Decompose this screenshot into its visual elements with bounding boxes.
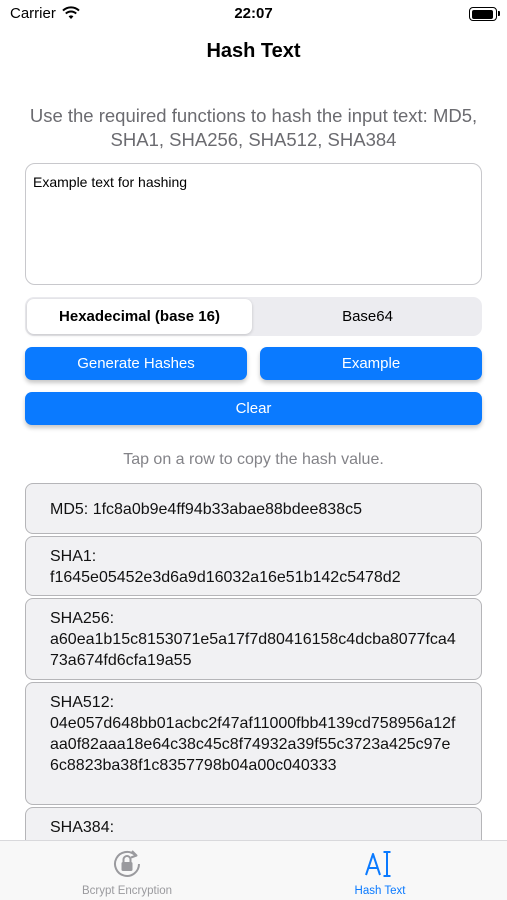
battery-icon — [469, 7, 500, 21]
hash-results-list: MD5: 1fc8a0b9e4ff94b33abae88bdee838c5 SH… — [25, 483, 482, 840]
example-button[interactable]: Example — [260, 347, 482, 380]
encoding-segmented-control: Hexadecimal (base 16) Base64 — [25, 297, 482, 336]
hash-value: 04e057d648bb01acbc2f47af11000fbb4139cd75… — [50, 715, 456, 774]
hash-value: a60ea1b15c8153071e5a17f7d80416158c4dcba8… — [50, 631, 456, 669]
tab-hash-text[interactable]: Hash Text — [300, 841, 460, 900]
segment-base64[interactable]: Base64 — [255, 299, 480, 334]
generate-hashes-button[interactable]: Generate Hashes — [25, 347, 247, 380]
copy-hint: Tap on a row to copy the hash value. — [123, 451, 384, 468]
hash-row-sha256[interactable]: SHA256: a60ea1b15c8153071e5a17f7d8041615… — [25, 598, 482, 680]
text-cursor-icon — [300, 848, 460, 880]
page-title: Hash Text — [206, 40, 301, 62]
hash-label: SHA256: — [50, 610, 115, 627]
clear-button[interactable]: Clear — [25, 392, 482, 425]
tab-label: Bcrypt Encryption — [81, 885, 173, 897]
hash-label: SHA512: — [50, 694, 115, 711]
tab-bar: Bcrypt Encryption Hash Text — [0, 840, 507, 900]
tab-label: Hash Text — [354, 885, 406, 897]
hash-row-sha1[interactable]: SHA1: f1645e05452e3d6a9d16032a16e51b142c… — [25, 536, 482, 596]
hash-value: 1fc8a0b9e4ff94b33abae88bdee838c5 — [92, 501, 362, 518]
lock-rotation-icon — [47, 848, 207, 880]
tab-bcrypt-encryption[interactable]: Bcrypt Encryption — [47, 841, 207, 900]
segment-hexadecimal[interactable]: Hexadecimal (base 16) — [27, 299, 252, 334]
status-bar: Carrier 22:07 — [0, 0, 507, 28]
hash-input-field[interactable]: Example text for hashing — [25, 163, 482, 285]
hash-row-sha512[interactable]: SHA512: 04e057d648bb01acbc2f47af11000fbb… — [25, 682, 482, 805]
clock: 22:07 — [234, 5, 273, 22]
hash-label: SHA384: — [50, 819, 115, 836]
hash-label: SHA1: — [50, 548, 97, 565]
hash-label: MD5: — [50, 501, 89, 518]
hash-row-sha384[interactable]: SHA384: — [25, 807, 482, 840]
hash-row-md5[interactable]: MD5: 1fc8a0b9e4ff94b33abae88bdee838c5 — [25, 483, 482, 534]
hash-value: f1645e05452e3d6a9d16032a16e51b142c5478d2 — [50, 569, 401, 586]
instructions-text: Use the required functions to hash the i… — [29, 105, 478, 150]
